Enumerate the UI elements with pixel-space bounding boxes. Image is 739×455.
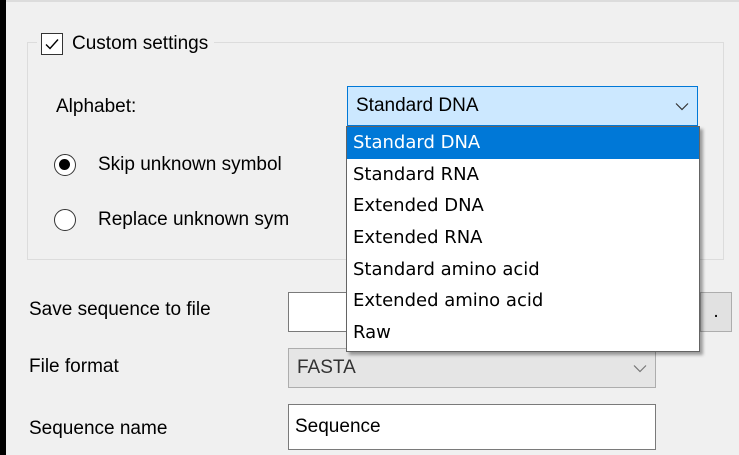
chevron-down-icon bbox=[625, 364, 655, 373]
file-format-label: File format bbox=[29, 356, 119, 377]
checkmark-icon bbox=[45, 39, 59, 50]
replace-unknown-radio[interactable] bbox=[54, 209, 76, 231]
alphabet-selected-value: Standard DNA bbox=[356, 95, 479, 116]
checkbox-box[interactable] bbox=[41, 33, 63, 55]
alphabet-label: Alphabet: bbox=[56, 96, 137, 117]
alphabet-option-standard-amino-acid[interactable]: Standard amino acid bbox=[347, 254, 699, 286]
alphabet-option-extended-dna[interactable]: Extended DNA bbox=[347, 190, 699, 222]
skip-unknown-radio[interactable] bbox=[54, 154, 76, 176]
custom-settings-checkbox[interactable]: Custom settings bbox=[37, 24, 215, 64]
alphabet-option-raw[interactable]: Raw bbox=[347, 317, 699, 349]
alphabet-option-standard-rna[interactable]: Standard RNA bbox=[347, 159, 699, 191]
file-format-selected-value: FASTA bbox=[297, 357, 356, 378]
save-to-file-label: Save sequence to file bbox=[29, 299, 211, 320]
alphabet-option-standard-dna[interactable]: Standard DNA bbox=[347, 127, 699, 159]
top-border bbox=[0, 0, 739, 2]
window-left-border bbox=[0, 0, 6, 455]
sequence-name-label: Sequence name bbox=[29, 418, 168, 439]
alphabet-select[interactable]: Standard DNA bbox=[347, 86, 698, 126]
skip-unknown-label: Skip unknown symbol bbox=[98, 154, 282, 175]
file-format-select[interactable]: FASTA bbox=[288, 348, 656, 388]
chevron-down-icon bbox=[667, 102, 697, 111]
alphabet-option-extended-rna[interactable]: Extended RNA bbox=[347, 222, 699, 254]
sequence-name-input[interactable]: Sequence bbox=[288, 404, 656, 450]
custom-settings-label: Custom settings bbox=[72, 33, 209, 54]
replace-unknown-label: Replace unknown sym bbox=[98, 209, 290, 230]
browse-button[interactable]: . bbox=[700, 292, 732, 332]
alphabet-option-extended-amino-acid[interactable]: Extended amino acid bbox=[347, 285, 699, 317]
alphabet-dropdown-list: Standard DNA Standard RNA Extended DNA E… bbox=[346, 126, 700, 352]
